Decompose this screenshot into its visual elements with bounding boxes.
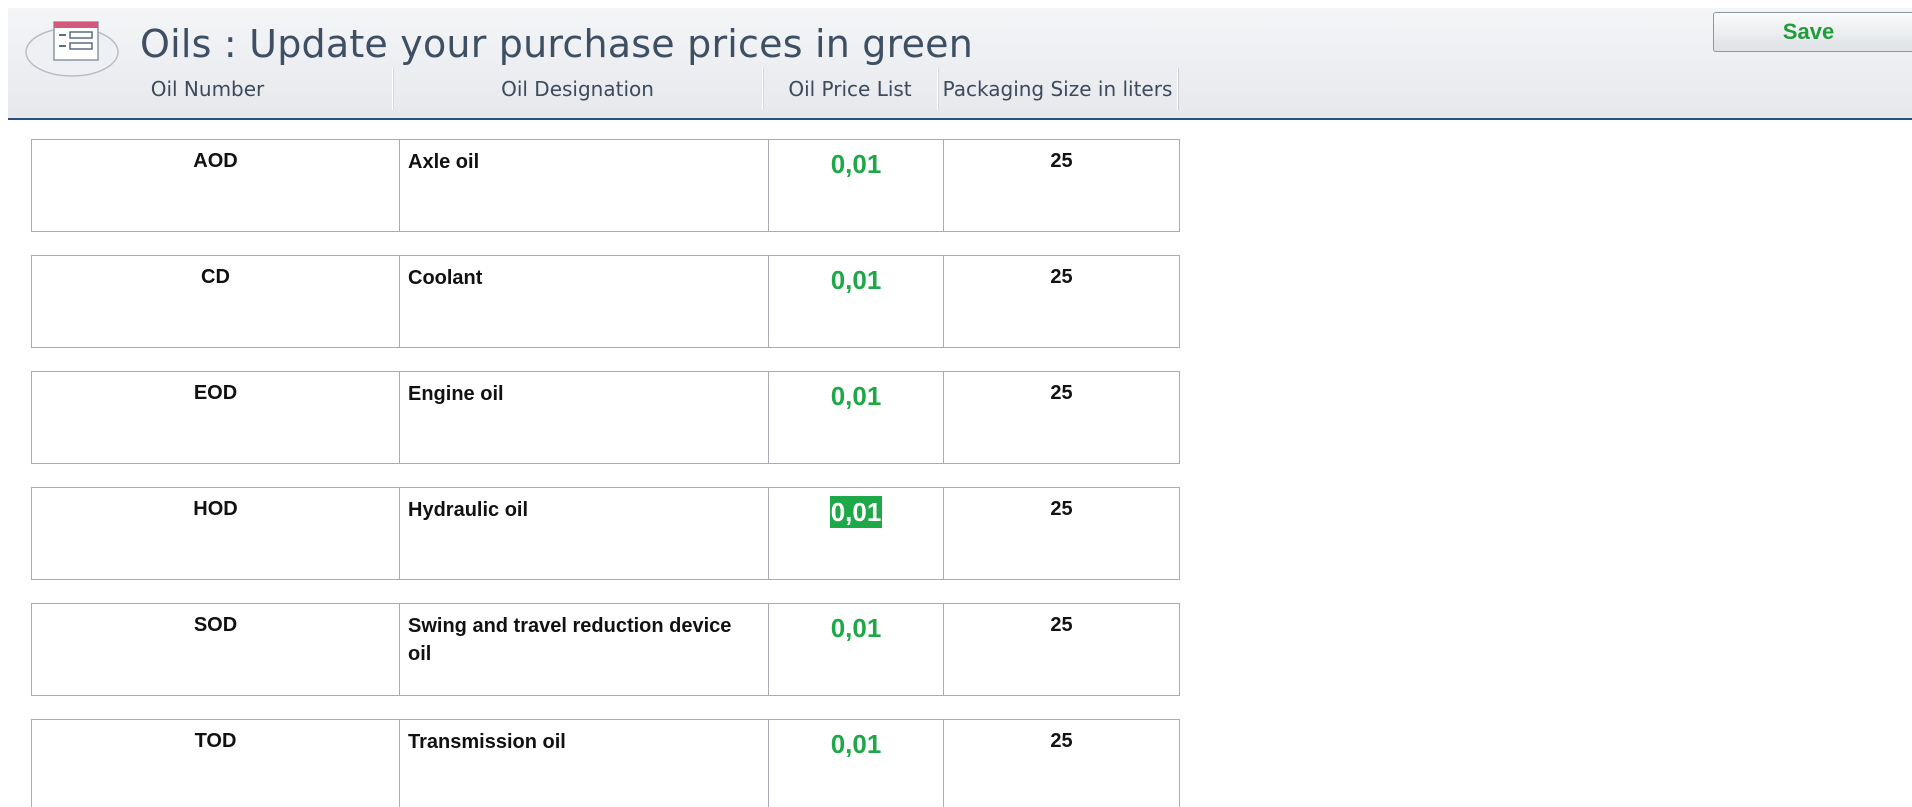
oil-number-field[interactable]: EOD [32, 372, 400, 463]
table-row[interactable]: AOD Axle oil 0,01 25 [31, 139, 1180, 232]
packaging-size-field[interactable]: 25 [944, 604, 1179, 695]
oil-number-field[interactable]: HOD [32, 488, 400, 579]
oil-number-field[interactable]: TOD [32, 720, 400, 807]
packaging-size-field[interactable]: 25 [944, 372, 1179, 463]
column-header-oil-number: Oil Number [23, 68, 393, 110]
oil-designation-field[interactable]: Engine oil [400, 372, 769, 463]
table-row[interactable]: CD Coolant 0,01 25 [31, 255, 1180, 348]
oil-price-value[interactable]: 0,01 [830, 380, 883, 412]
column-header-oil-price-list: Oil Price List [763, 68, 938, 110]
oil-number-field[interactable]: CD [32, 256, 400, 347]
oil-designation-field[interactable]: Coolant [400, 256, 769, 347]
table-row[interactable]: EOD Engine oil 0,01 25 [31, 371, 1180, 464]
oil-price-value[interactable]: 0,01 [830, 264, 883, 296]
packaging-size-field[interactable]: 25 [944, 488, 1179, 579]
column-header-oil-designation: Oil Designation [393, 68, 763, 110]
oil-price-value-selected[interactable]: 0,01 [829, 496, 883, 528]
oil-price-field[interactable]: 0,01 [769, 488, 944, 579]
oil-price-value[interactable]: 0,01 [830, 612, 883, 644]
table-row[interactable]: TOD Transmission oil 0,01 25 [31, 719, 1180, 807]
oil-designation-field[interactable]: Swing and travel reduction device oil [400, 604, 769, 695]
page-title: Oils : Update your purchase prices in gr… [140, 22, 974, 66]
oil-number-field[interactable]: AOD [32, 140, 400, 231]
oil-price-value[interactable]: 0,01 [830, 728, 883, 760]
oil-designation-field[interactable]: Axle oil [400, 140, 769, 231]
oil-price-field[interactable]: 0,01 [769, 720, 944, 807]
oil-designation-field[interactable]: Hydraulic oil [400, 488, 769, 579]
oil-designation-field[interactable]: Transmission oil [400, 720, 769, 807]
oil-price-field[interactable]: 0,01 [769, 256, 944, 347]
packaging-size-field[interactable]: 25 [944, 140, 1179, 231]
table-row[interactable]: HOD Hydraulic oil 0,01 25 [31, 487, 1180, 580]
save-button[interactable]: Save [1713, 12, 1912, 52]
oil-price-value[interactable]: 0,01 [830, 148, 883, 180]
table-row[interactable]: SOD Swing and travel reduction device oi… [31, 603, 1180, 696]
packaging-size-field[interactable]: 25 [944, 720, 1179, 807]
packaging-size-field[interactable]: 25 [944, 256, 1179, 347]
oil-price-field[interactable]: 0,01 [769, 140, 944, 231]
oil-price-field[interactable]: 0,01 [769, 604, 944, 695]
oil-price-field[interactable]: 0,01 [769, 372, 944, 463]
column-header-packaging-size: Packaging Size in liters [938, 68, 1178, 110]
oil-number-field[interactable]: SOD [32, 604, 400, 695]
